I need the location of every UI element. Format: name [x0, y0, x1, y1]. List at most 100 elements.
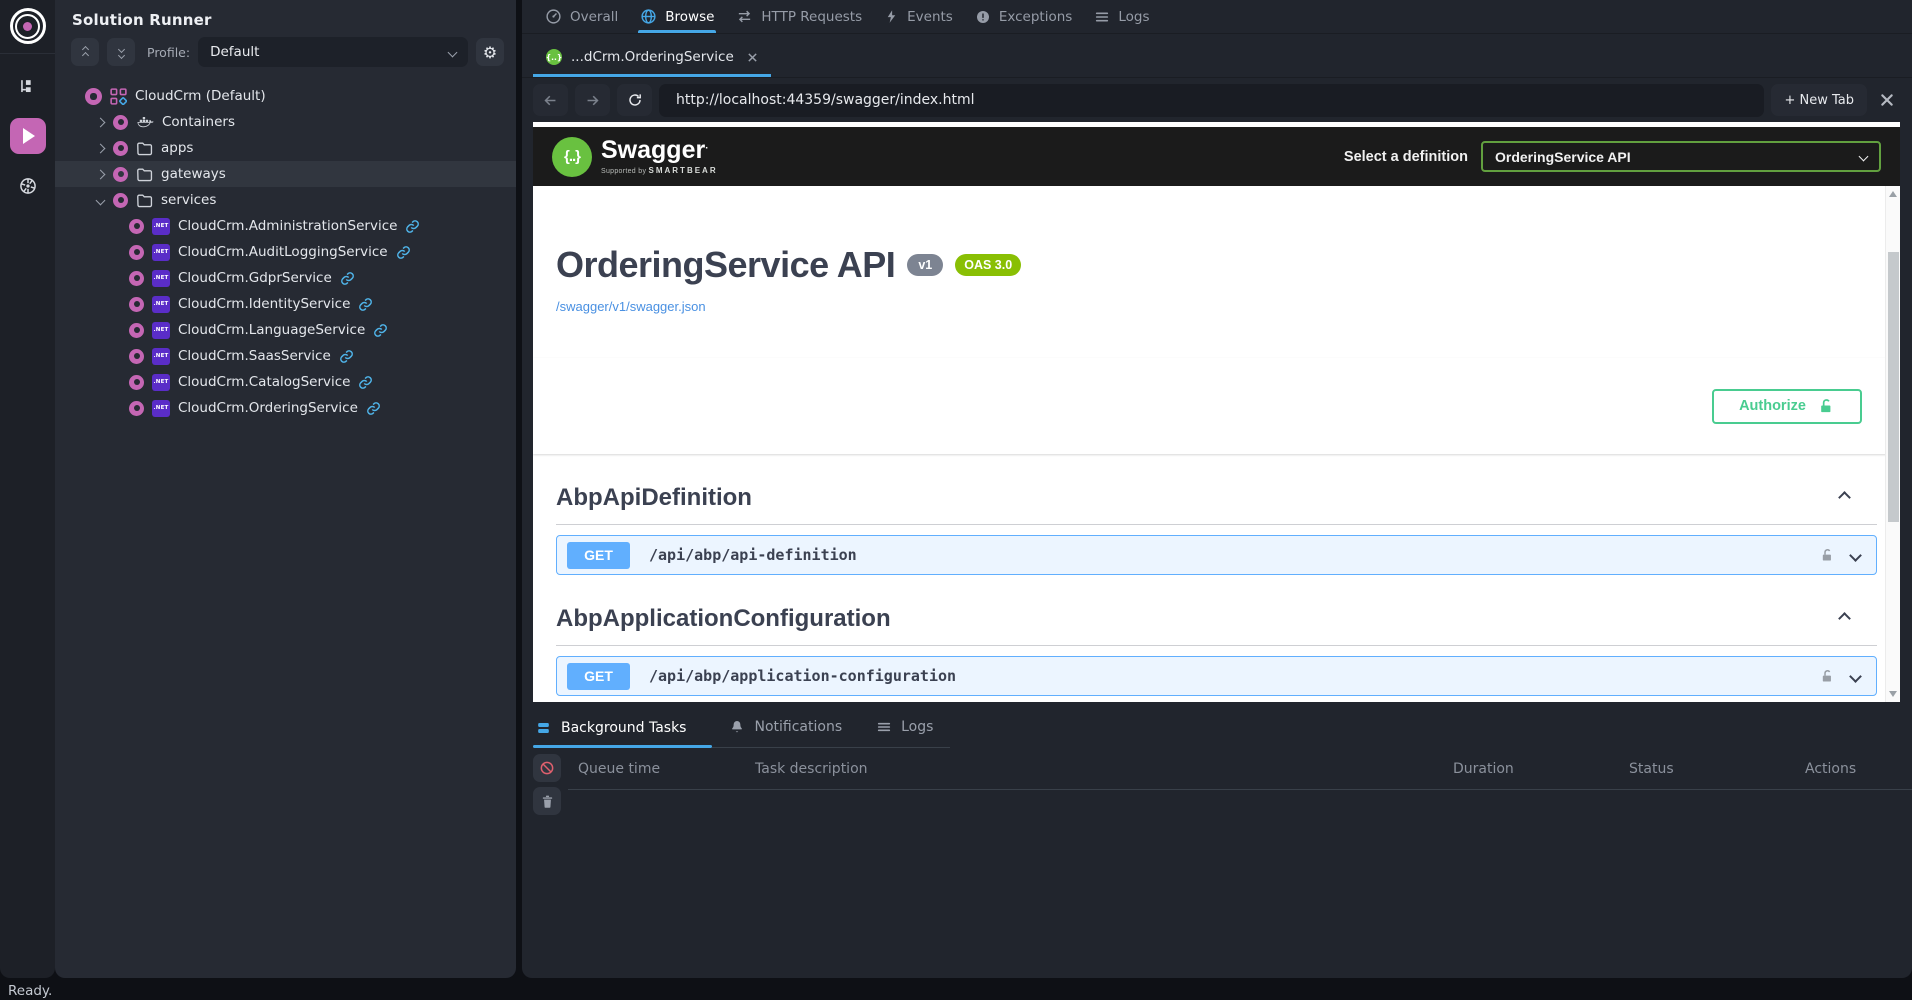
back-button[interactable]	[533, 84, 568, 116]
lock-icon[interactable]	[1820, 669, 1835, 684]
swagger-tagline: Supported by	[601, 168, 646, 175]
tab-label: Exceptions	[999, 9, 1072, 25]
tree-item-solution[interactable]: CloudCrm (Default)	[55, 83, 516, 109]
forward-button[interactable]	[575, 84, 610, 116]
solution-grid-icon	[110, 88, 127, 105]
status-donut-icon	[129, 375, 144, 390]
clear-tasks-button[interactable]	[533, 787, 561, 815]
tab-exceptions[interactable]: Exceptions	[973, 0, 1074, 33]
tree-item-service[interactable]: .NET CloudCrm.CatalogService	[55, 369, 516, 395]
gear-icon: ⚙	[483, 43, 497, 62]
scrollbar[interactable]	[1885, 186, 1900, 702]
refresh-button[interactable]	[617, 84, 652, 116]
browser-tools-button[interactable]	[1874, 87, 1900, 113]
solution-runner-panel: Solution Runner Profile: Default ⚙	[55, 0, 516, 978]
runner-settings-button[interactable]: ⚙	[476, 38, 504, 66]
chevron-down-icon[interactable]	[1849, 670, 1862, 683]
operation-row[interactable]: GET /api/abp/api-definition	[556, 535, 1877, 575]
bottom-panel: Background Tasks Notifications Logs	[522, 707, 1912, 978]
tree-item-label: CloudCrm.CatalogService	[178, 374, 350, 390]
tree-item-service[interactable]: .NET CloudCrm.GdprService	[55, 265, 516, 291]
expand-all-button[interactable]	[107, 38, 135, 66]
tree-item-service[interactable]: .NET CloudCrm.OrderingService	[55, 395, 516, 421]
tab-events[interactable]: Events	[882, 0, 955, 33]
scrollbar-thumb[interactable]	[1888, 252, 1899, 522]
swap-arrows-icon	[736, 8, 753, 25]
tree-item-service[interactable]: .NET CloudCrm.LanguageService	[55, 317, 516, 343]
solution-explorer-button[interactable]	[10, 68, 46, 104]
spec-link[interactable]: /swagger/v1/swagger.json	[556, 299, 706, 314]
tab-background-tasks[interactable]: Background Tasks	[533, 707, 712, 748]
chevrons-up-icon	[83, 47, 88, 58]
dotnet-icon: .NET	[152, 270, 170, 287]
profile-dropdown[interactable]: Default	[198, 37, 468, 67]
divider	[556, 645, 1877, 646]
operation-row[interactable]: GET /api/abp/application-configuration	[556, 656, 1877, 696]
tab-logs[interactable]: Logs	[1092, 0, 1151, 33]
link-icon	[358, 375, 373, 390]
link-icon	[405, 219, 420, 234]
swagger-topbar: {..} Swagger. Supported by SMARTBEAR Sel…	[533, 127, 1900, 186]
cancel-tasks-button[interactable]	[533, 754, 561, 782]
monitor-tabs: Overall Browse HTTP Requests Events Exce…	[522, 0, 1912, 34]
lock-icon[interactable]	[1820, 548, 1835, 563]
swagger-logo-icon: {..}	[552, 137, 592, 177]
tree-item-apps[interactable]: apps	[55, 135, 516, 161]
tab-http-requests[interactable]: HTTP Requests	[734, 0, 864, 33]
globe-icon	[640, 8, 657, 25]
list-icon	[876, 719, 892, 735]
column-status: Status	[1629, 761, 1805, 777]
link-icon	[340, 271, 355, 286]
refresh-icon	[627, 92, 643, 108]
arrow-right-icon	[584, 92, 601, 109]
definition-select-label: Select a definition	[1344, 149, 1468, 165]
unlock-icon	[1818, 398, 1835, 415]
operation-path: /api/abp/api-definition	[649, 546, 857, 564]
section-title: AbpApiDefinition	[556, 484, 752, 512]
divider	[568, 789, 1912, 790]
kubernetes-button[interactable]	[10, 168, 46, 204]
tab-logs-bottom[interactable]: Logs	[859, 707, 950, 748]
tree-item-gateways[interactable]: gateways	[55, 161, 516, 187]
tree-item-services[interactable]: services	[55, 187, 516, 213]
browser-tab-orderingservice[interactable]: {..} ...dCrm.OrderingService	[533, 40, 771, 77]
tree-item-service[interactable]: .NET CloudCrm.AdministrationService	[55, 213, 516, 239]
section-title: AbpApplicationConfiguration	[556, 605, 891, 633]
status-donut-icon	[129, 219, 144, 234]
definition-select[interactable]: OrderingService API	[1481, 141, 1881, 172]
chevron-down-icon[interactable]	[1849, 549, 1862, 562]
tab-overall[interactable]: Overall	[543, 0, 620, 33]
new-tab-button[interactable]: + New Tab	[1771, 84, 1867, 116]
docker-icon	[136, 114, 154, 130]
address-bar[interactable]	[659, 84, 1764, 117]
collapse-section-button[interactable]	[1840, 610, 1849, 628]
tab-browse[interactable]: Browse	[638, 0, 716, 33]
authorize-button[interactable]: Authorize	[1712, 389, 1862, 424]
url-input[interactable]	[676, 92, 1747, 108]
link-icon	[396, 245, 411, 260]
status-donut-icon	[129, 271, 144, 286]
tree-item-service[interactable]: .NET CloudCrm.IdentityService	[55, 291, 516, 317]
solution-runner-button[interactable]	[10, 118, 46, 154]
tab-label: Logs	[1118, 9, 1149, 25]
tree-item-service[interactable]: .NET CloudCrm.SaasService	[55, 343, 516, 369]
collapse-all-button[interactable]	[71, 38, 99, 66]
get-method-badge: GET	[567, 663, 630, 690]
scroll-down-arrow-icon[interactable]	[1889, 691, 1897, 697]
lightning-icon	[884, 9, 899, 24]
scroll-up-arrow-icon[interactable]	[1889, 191, 1897, 197]
version-badge: v1	[907, 254, 943, 276]
collapse-section-button[interactable]	[1840, 489, 1849, 507]
link-icon	[373, 323, 388, 338]
status-donut-icon	[113, 141, 128, 156]
tree-item-containers[interactable]: Containers	[55, 109, 516, 135]
arrow-left-icon	[542, 92, 559, 109]
tab-notifications[interactable]: Notifications	[712, 707, 859, 748]
chevron-right-icon	[95, 169, 105, 179]
close-icon[interactable]	[747, 52, 758, 63]
tree-item-service[interactable]: .NET CloudCrm.AuditLoggingService	[55, 239, 516, 265]
dotnet-icon: .NET	[152, 218, 170, 235]
tasks-table-header: Queue time Task description Duration Sta…	[522, 761, 1912, 777]
solution-tree: CloudCrm (Default) Containers apps	[55, 83, 516, 421]
folder-icon	[136, 141, 153, 156]
